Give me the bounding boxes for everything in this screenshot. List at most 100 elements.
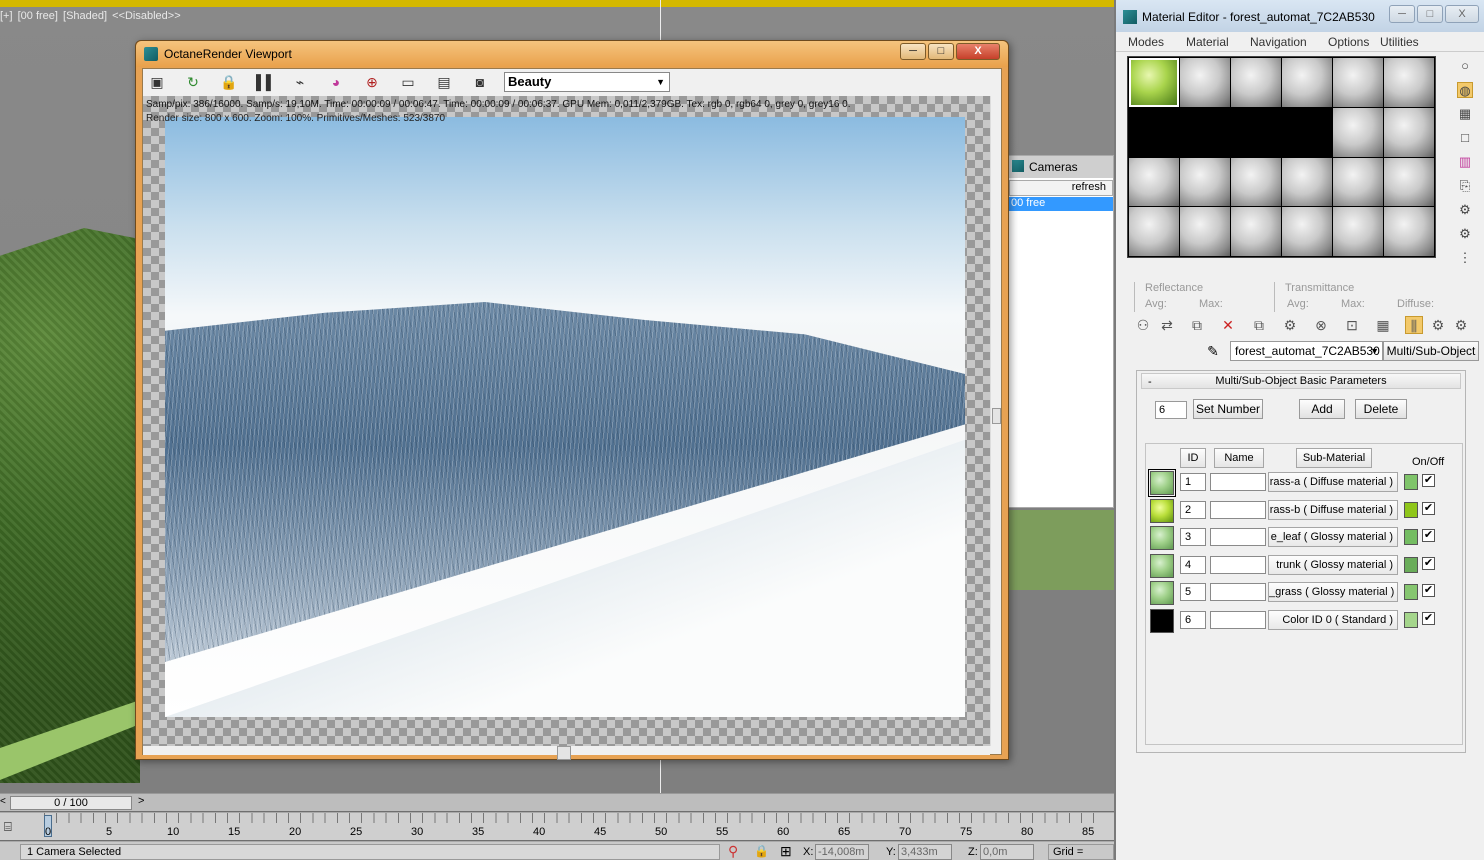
sample-slot[interactable] <box>1129 58 1179 107</box>
make-preview-icon[interactable]: ⎘ <box>1457 178 1473 194</box>
sub-material-color-swatch[interactable] <box>1404 529 1418 545</box>
transform-mode-icon[interactable]: ⊞ <box>780 843 792 860</box>
set-number-button[interactable]: Set Number <box>1193 399 1263 419</box>
scrollbar-thumb[interactable] <box>992 408 1001 424</box>
sample-slot[interactable] <box>1282 157 1332 207</box>
column-header-id[interactable]: ID <box>1180 448 1206 468</box>
maximize-button[interactable]: □ <box>928 43 954 60</box>
copy-material-icon[interactable]: ⧉ <box>1250 316 1268 334</box>
sub-material-on-checkbox[interactable]: ✔ <box>1422 474 1435 487</box>
sub-material-name-field[interactable] <box>1210 501 1266 519</box>
horizontal-scrollbar[interactable] <box>143 746 990 760</box>
sample-type-icon[interactable]: ○ <box>1457 58 1473 74</box>
viewport-label-disabled[interactable]: <<Disabled>> <box>112 10 181 22</box>
sub-material-on-checkbox[interactable]: ✔ <box>1422 557 1435 570</box>
sample-slot[interactable] <box>1282 58 1332 107</box>
reset-material-icon[interactable]: ✕ <box>1219 316 1237 334</box>
settings-panel-icon[interactable]: ▤ <box>436 74 452 90</box>
sub-material-color-swatch[interactable] <box>1404 612 1418 628</box>
cameras-refresh-button[interactable]: refresh <box>1009 180 1113 196</box>
sample-slot[interactable] <box>1384 58 1434 107</box>
minimize-button[interactable]: ─ <box>900 43 926 60</box>
delete-button[interactable]: Delete <box>1355 399 1407 419</box>
sample-slot[interactable] <box>1384 157 1434 207</box>
maximize-button[interactable]: □ <box>1417 5 1443 23</box>
restart-render-icon[interactable]: ↻ <box>185 74 201 90</box>
sample-slot[interactable] <box>1384 107 1434 157</box>
sub-material-swatch[interactable] <box>1150 609 1174 633</box>
sample-slot[interactable] <box>1231 58 1281 107</box>
sub-material-swatch[interactable] <box>1150 526 1174 550</box>
time-slider[interactable]: 0 / 100 <box>10 796 132 810</box>
put-to-library-icon[interactable]: ⊗ <box>1312 316 1330 334</box>
sample-slot[interactable] <box>1129 107 1179 157</box>
sample-slot[interactable] <box>1129 207 1179 256</box>
sub-material-id-field[interactable]: 4 <box>1180 556 1206 574</box>
select-by-material-icon[interactable]: ⚙ <box>1457 226 1473 242</box>
sub-material-list-scrollbar[interactable] <box>1446 484 1460 742</box>
sub-material-id-field[interactable]: 5 <box>1180 583 1206 601</box>
sub-material-color-swatch[interactable] <box>1404 557 1418 573</box>
sample-slot[interactable] <box>1384 207 1434 256</box>
sample-slot[interactable] <box>1180 58 1230 107</box>
export-image-icon[interactable]: ▣ <box>149 74 165 90</box>
material-name-field[interactable]: forest_automat_7C2AB530 ▼ <box>1230 341 1383 361</box>
options-icon[interactable]: ⚙ <box>1457 202 1473 218</box>
menu-modes[interactable]: Modes <box>1128 35 1164 49</box>
rollout-collapse-toggle[interactable]: - <box>1148 375 1152 389</box>
sub-material-id-field[interactable]: 2 <box>1180 501 1206 519</box>
close-button[interactable]: X <box>1445 5 1479 23</box>
curve-editor-icon[interactable]: ⌸ <box>4 819 24 835</box>
close-button[interactable]: X <box>956 43 1000 60</box>
menu-material[interactable]: Material <box>1186 35 1229 49</box>
sample-slot[interactable] <box>1180 207 1230 256</box>
scrollbar-thumb[interactable] <box>557 746 571 760</box>
sample-slot[interactable] <box>1333 207 1383 256</box>
sub-material-id-field[interactable]: 6 <box>1180 611 1206 629</box>
video-color-check-icon[interactable]: ▥ <box>1457 154 1473 170</box>
pause-icon[interactable]: ▌▌ <box>256 74 276 90</box>
material-editor-titlebar[interactable]: Material Editor - forest_automat_7C2AB53… <box>1116 0 1484 32</box>
menu-navigation[interactable]: Navigation <box>1250 35 1307 49</box>
sub-material-color-swatch[interactable] <box>1404 584 1418 600</box>
sample-slot[interactable] <box>1231 207 1281 256</box>
material-id-channel-icon[interactable]: ⊡ <box>1343 316 1361 334</box>
sub-material-button[interactable]: rass-b ( Diffuse material ) <box>1268 500 1398 520</box>
sub-material-button[interactable]: Color ID 0 ( Standard ) <box>1268 610 1398 630</box>
sub-material-on-checkbox[interactable]: ✔ <box>1422 584 1435 597</box>
sample-slot[interactable] <box>1129 157 1179 207</box>
render-canvas[interactable]: Samp/pix: 386/16000. Samp/s: 19,10M. Tim… <box>143 96 990 746</box>
backlight-icon[interactable]: ◍ <box>1457 82 1473 98</box>
material-type-button[interactable]: Multi/Sub-Object <box>1383 341 1479 361</box>
number-of-materials-field[interactable]: 6 <box>1155 401 1187 419</box>
sub-material-name-field[interactable] <box>1210 528 1266 546</box>
sub-material-on-checkbox[interactable]: ✔ <box>1422 529 1435 542</box>
sub-material-on-checkbox[interactable]: ✔ <box>1422 502 1435 515</box>
sub-material-color-swatch[interactable] <box>1404 474 1418 490</box>
sub-material-button[interactable]: e_leaf ( Glossy material ) <box>1268 527 1398 547</box>
background-icon[interactable]: ▦ <box>1457 106 1473 122</box>
time-next-button[interactable]: > <box>138 795 144 807</box>
sample-slot[interactable] <box>1231 107 1281 157</box>
column-header-sub-material[interactable]: Sub-Material <box>1296 448 1372 468</box>
lock-selection-icon[interactable]: 🔒 <box>754 844 769 858</box>
viewport-label-camera[interactable]: [00 free] <box>18 10 58 22</box>
camera-icon[interactable]: ◙ <box>472 74 488 90</box>
viewport-label-shading[interactable]: [Shaded] <box>63 10 107 22</box>
sample-slot[interactable] <box>1333 157 1383 207</box>
sub-material-swatch[interactable] <box>1150 554 1174 578</box>
go-to-parent-icon[interactable]: ⚙ <box>1429 316 1447 334</box>
vertical-scrollbar[interactable] <box>990 96 1001 746</box>
sub-material-on-checkbox[interactable]: ✔ <box>1422 612 1435 625</box>
make-unique-icon[interactable]: ⚙ <box>1281 316 1299 334</box>
display-settings-icon[interactable]: ▭ <box>400 74 416 90</box>
show-map-in-viewport-icon[interactable]: ▦ <box>1374 316 1392 334</box>
add-button[interactable]: Add <box>1299 399 1345 419</box>
lock-icon[interactable]: 🔒 <box>220 74 237 90</box>
uv-tiling-icon[interactable]: □ <box>1457 130 1473 146</box>
sub-material-id-field[interactable]: 1 <box>1180 473 1206 491</box>
minimize-button[interactable]: ─ <box>1389 5 1415 23</box>
sub-material-swatch[interactable] <box>1150 499 1174 523</box>
camera-list-item[interactable]: 00 free <box>1009 197 1113 211</box>
sub-material-name-field[interactable] <box>1210 583 1266 601</box>
